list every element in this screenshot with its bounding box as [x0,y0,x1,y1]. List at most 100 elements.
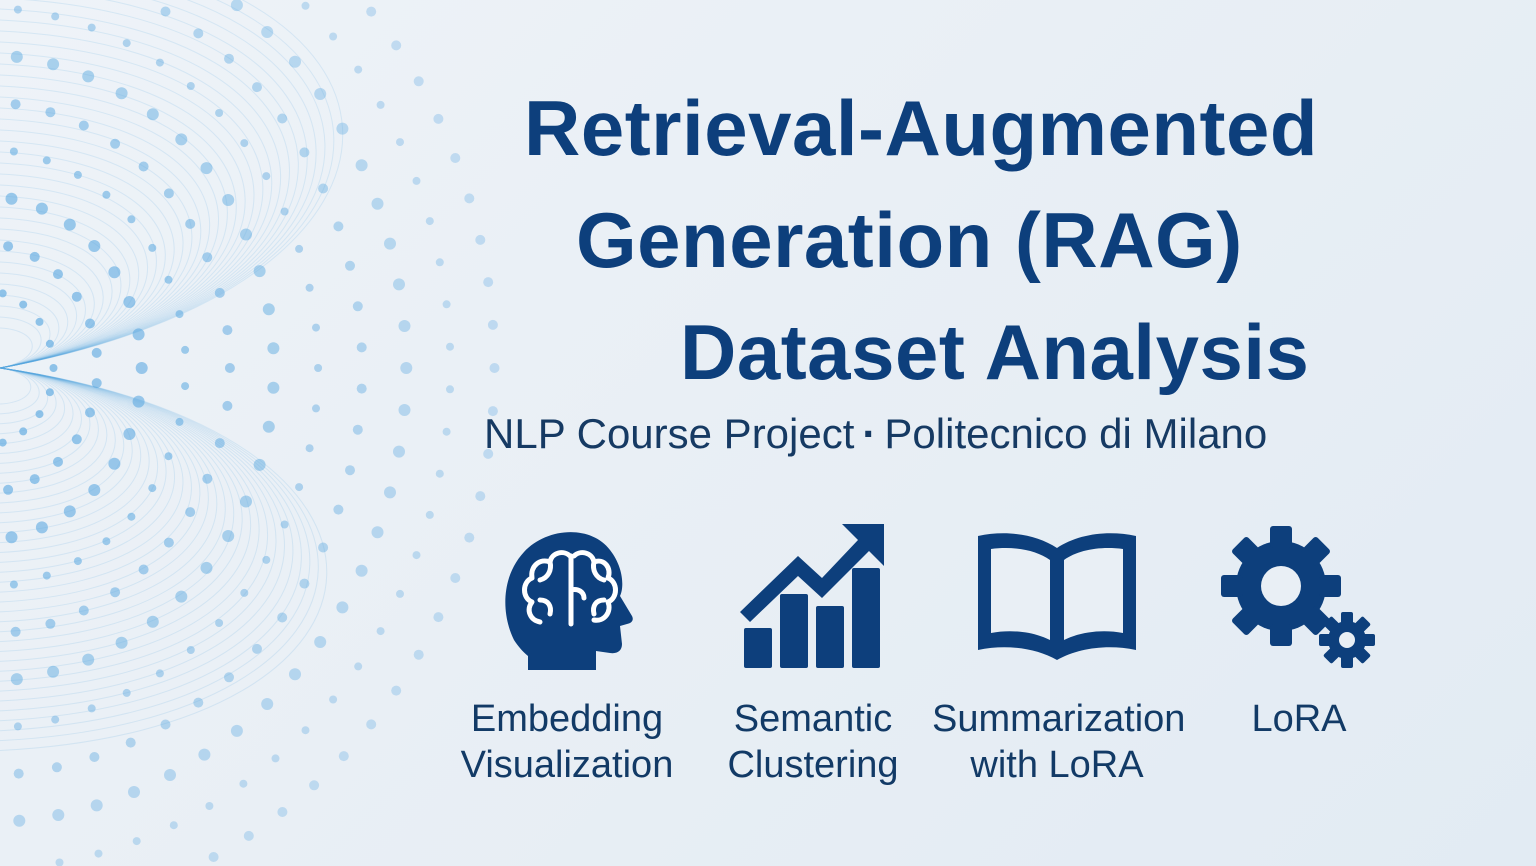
decor-dot [115,87,128,100]
decor-dot [371,197,384,210]
decor-dot [202,252,213,263]
decor-dot [45,618,56,629]
decor-dot [202,473,213,484]
decor-dot [262,555,271,564]
decor-dot [376,100,385,109]
decor-dot [433,113,444,124]
decor-dot [366,6,377,17]
decor-dot [262,303,275,316]
decor-dot [63,218,76,231]
decor-dot [148,243,157,252]
decor-dot [280,207,289,216]
decor-dot [10,50,23,63]
decor-dot [240,139,249,148]
decor-dot [155,58,164,67]
wave-strand [0,327,33,405]
decor-dot [85,407,95,418]
wave-strand [0,283,69,445]
decor-dot [155,669,164,678]
decor-dot [132,837,141,846]
decor-dot [53,269,63,280]
decor-dot [160,6,171,17]
decor-dot [164,275,173,284]
decor-dot [29,474,40,485]
decor-dot [262,420,275,433]
decor-dot [45,107,56,118]
decor-dot [193,697,204,708]
decor-dot [305,444,314,453]
decor-dot [35,317,44,326]
decor-dot [280,520,289,529]
decor-dot [252,643,262,654]
subtitle: NLP Course Project · Politecnico di Milano [484,408,1384,460]
decor-dot [314,88,327,100]
gears-icon [1221,526,1375,668]
decor-dot [108,457,121,470]
wave-strand [0,173,157,544]
decor-dot [163,537,174,548]
decor-dot [413,649,424,660]
decor-dot [214,438,225,449]
decor-dot [262,172,271,181]
decor-dot [123,296,136,308]
decor-dot [333,221,344,232]
wave-strand [0,272,77,454]
decor-dot [122,688,131,697]
decor-dot [301,726,310,735]
decor-dot [5,531,18,544]
decor-dot [138,564,149,575]
decor-dot [314,364,323,372]
wave-strand [0,195,140,524]
decor-dot [224,672,234,683]
decor-dot [122,39,131,48]
feature-embedding-visualization: Embedding Visualization [442,520,692,788]
decor-dot [90,799,103,812]
decor-dot [82,653,95,666]
decor-dot [71,434,82,445]
decor-dot [205,802,214,810]
decor-dot [336,122,349,135]
decor-dot [355,159,368,172]
decor-dot [261,26,274,38]
decor-dot [63,505,76,518]
decor-dot [215,619,224,627]
decor-dot [222,400,233,411]
decor-dot [9,147,18,156]
decor-dot [123,428,136,440]
decor-dot [442,427,451,436]
decor-dot [160,719,171,730]
decor-dot [371,526,384,539]
decor-dot [175,590,188,603]
decor-dot [42,156,51,165]
decor-dot [73,557,82,566]
decor-dot [51,762,62,773]
decor-dot [71,291,82,302]
decor-dot [318,542,329,553]
decor-dot [412,551,421,560]
decor-dot [240,495,252,508]
decor-dot [384,486,396,499]
decor-dot [35,521,48,534]
decor-dot [299,147,310,158]
decor-dot [186,82,195,90]
decor-dot [53,456,63,467]
decor-dot [277,612,288,623]
decor-dot [51,12,60,21]
decor-dot [400,362,413,374]
decor-dot [224,363,235,373]
decor-dot [87,23,96,32]
decor-dot [35,202,48,215]
decor-dot [73,170,82,179]
decor-dot [78,120,89,131]
decor-dot [82,70,95,83]
decor-dot [253,265,266,278]
decor-dot [354,65,363,74]
wave-strand [0,239,104,484]
decor-dot [89,752,100,762]
decor-dot [391,40,402,51]
decor-dot [5,192,18,205]
decor-dot [146,615,159,628]
decor-dot [356,383,367,394]
decor-dot [425,510,434,519]
decor-dot [45,339,54,348]
